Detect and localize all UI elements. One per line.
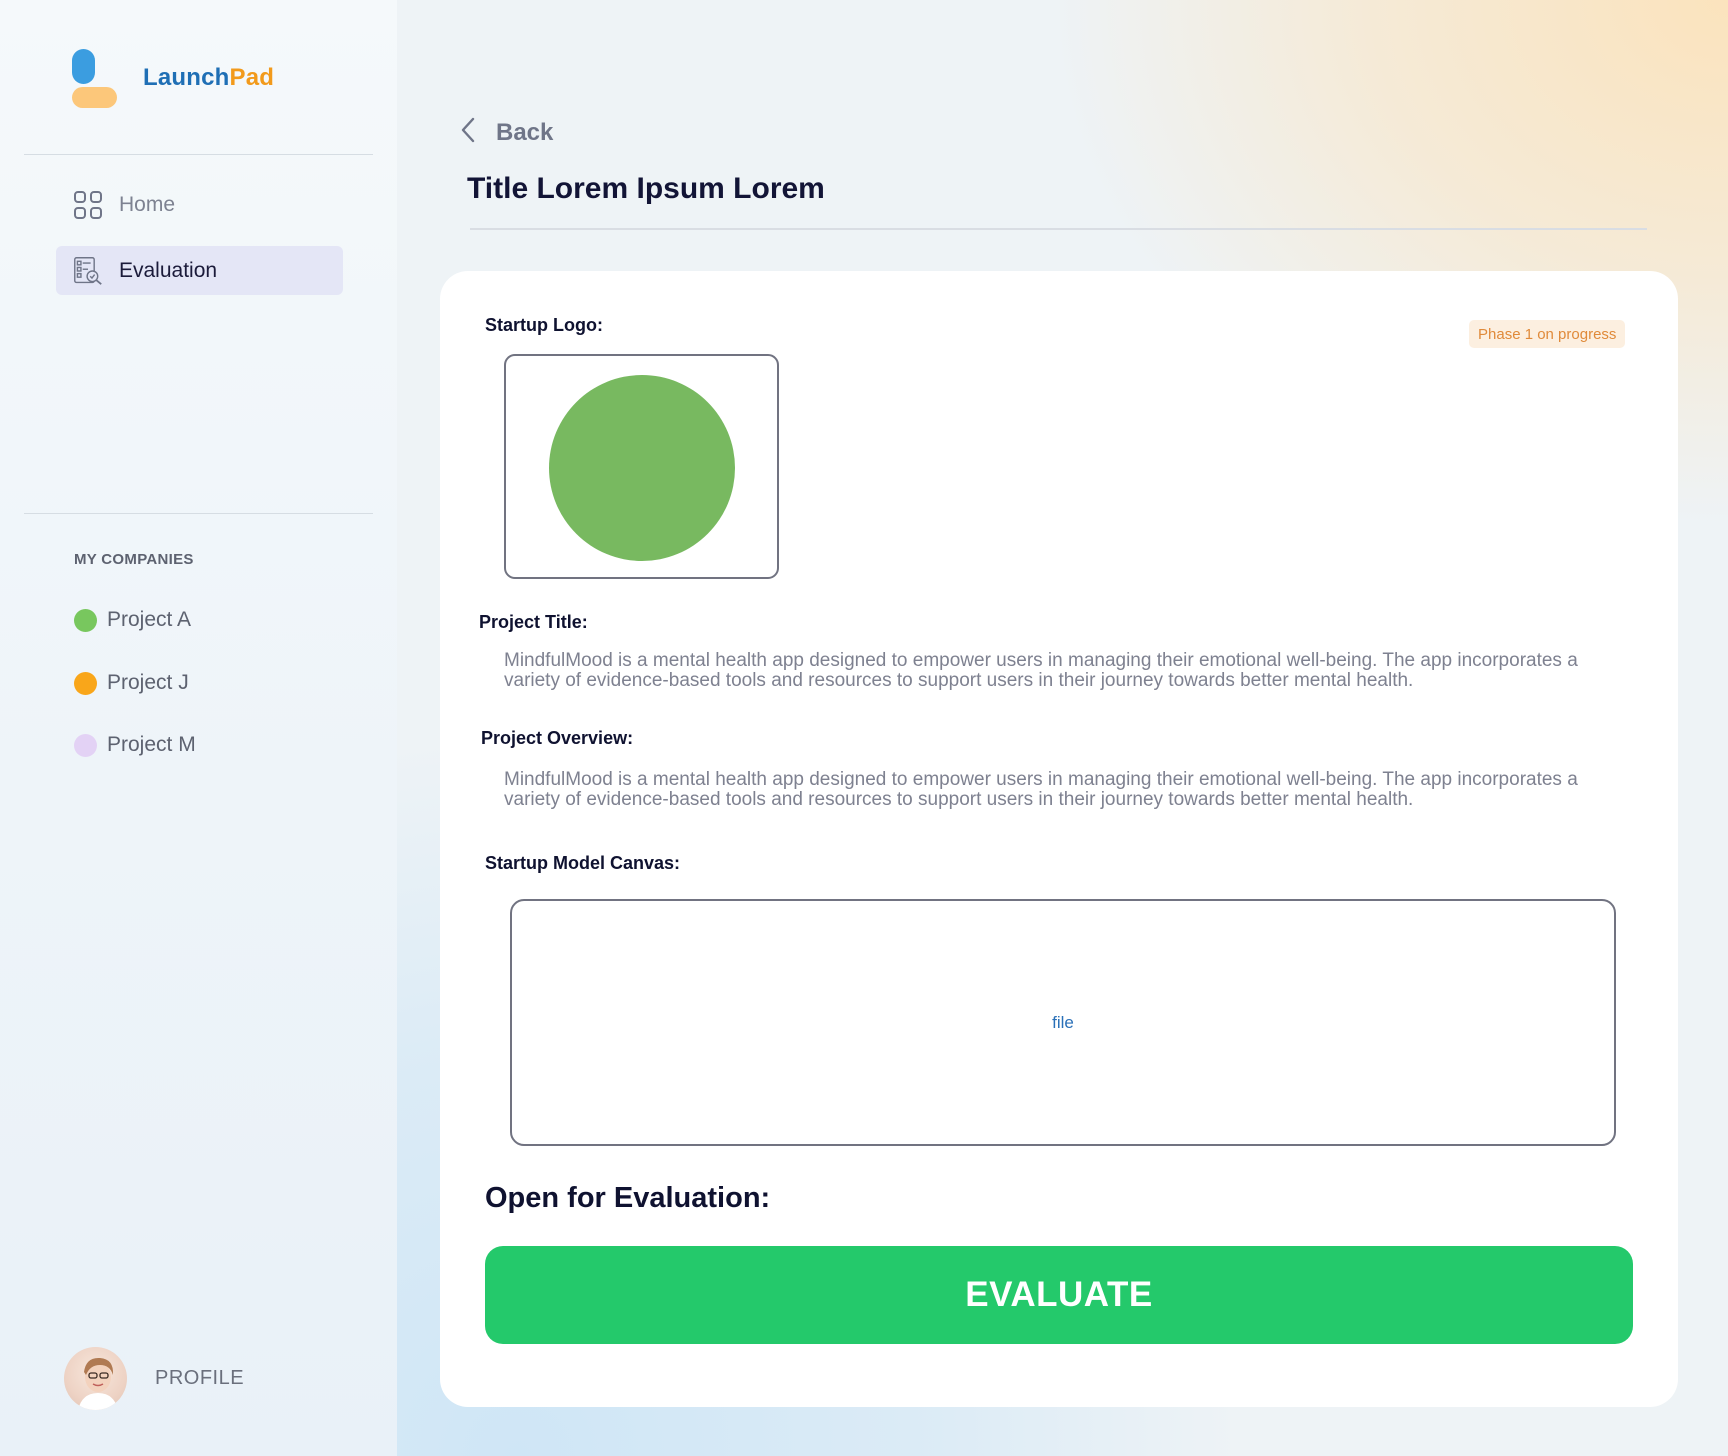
project-overview-text: MindfulMood is a mental health app desig… (504, 769, 1578, 810)
header-divider (470, 228, 1647, 230)
project-color-dot (74, 671, 97, 695)
sidebar-item-home[interactable]: Home (56, 180, 343, 229)
project-label: Project M (107, 733, 196, 756)
grid-icon (73, 190, 103, 220)
evaluate-button[interactable]: EVALUATE (485, 1246, 1633, 1344)
project-detail-card: Startup Logo: Phase 1 on progress Projec… (440, 271, 1678, 1407)
sidebar-divider (24, 513, 373, 514)
project-label: Project J (107, 671, 189, 694)
profile-link[interactable]: PROFILE (64, 1347, 244, 1410)
brand-name-part2: Pad (229, 64, 275, 91)
startup-logo-image (549, 375, 735, 561)
startup-logo-label: Startup Logo: (485, 315, 603, 335)
chevron-left-icon (458, 116, 478, 149)
open-for-evaluation-heading: Open for Evaluation: (485, 1182, 771, 1214)
startup-model-canvas-label: Startup Model Canvas: (485, 853, 681, 873)
brand-name: LaunchPad (143, 64, 274, 92)
project-color-dot (74, 733, 97, 757)
sidebar-item-label: Home (119, 192, 176, 216)
evaluation-report-icon (73, 256, 103, 286)
sidebar-item-project-j[interactable]: Project J (74, 671, 189, 695)
project-color-dot (74, 608, 97, 632)
sidebar-item-label: Evaluation (119, 258, 218, 282)
my-companies-heading: MY COMPANIES (74, 551, 194, 568)
back-button[interactable]: Back (458, 116, 553, 149)
sidebar-item-evaluation[interactable]: Evaluation (56, 246, 343, 295)
project-overview-label: Project Overview: (481, 728, 634, 748)
startup-model-canvas-file[interactable]: file (510, 899, 1616, 1146)
brand-name-part1: Launch (143, 64, 230, 91)
avatar (64, 1347, 127, 1410)
sidebar-divider (24, 154, 373, 155)
project-title-label: Project Title: (479, 612, 588, 632)
project-title-text: MindfulMood is a mental health app desig… (504, 650, 1578, 691)
status-badge: Phase 1 on progress (1469, 320, 1626, 348)
file-link[interactable]: file (1052, 1013, 1074, 1033)
sidebar: LaunchPad Home Evaluation MY COMPANIES P… (0, 0, 397, 1456)
profile-label: PROFILE (155, 1367, 245, 1389)
launchpad-logo-icon (72, 49, 122, 109)
project-label: Project A (107, 608, 192, 631)
page-title: Title Lorem Ipsum Lorem (467, 172, 825, 205)
startup-logo-frame (504, 354, 779, 579)
sidebar-item-project-a[interactable]: Project A (74, 608, 191, 632)
sidebar-item-project-m[interactable]: Project M (74, 733, 196, 757)
back-label: Back (496, 118, 554, 146)
